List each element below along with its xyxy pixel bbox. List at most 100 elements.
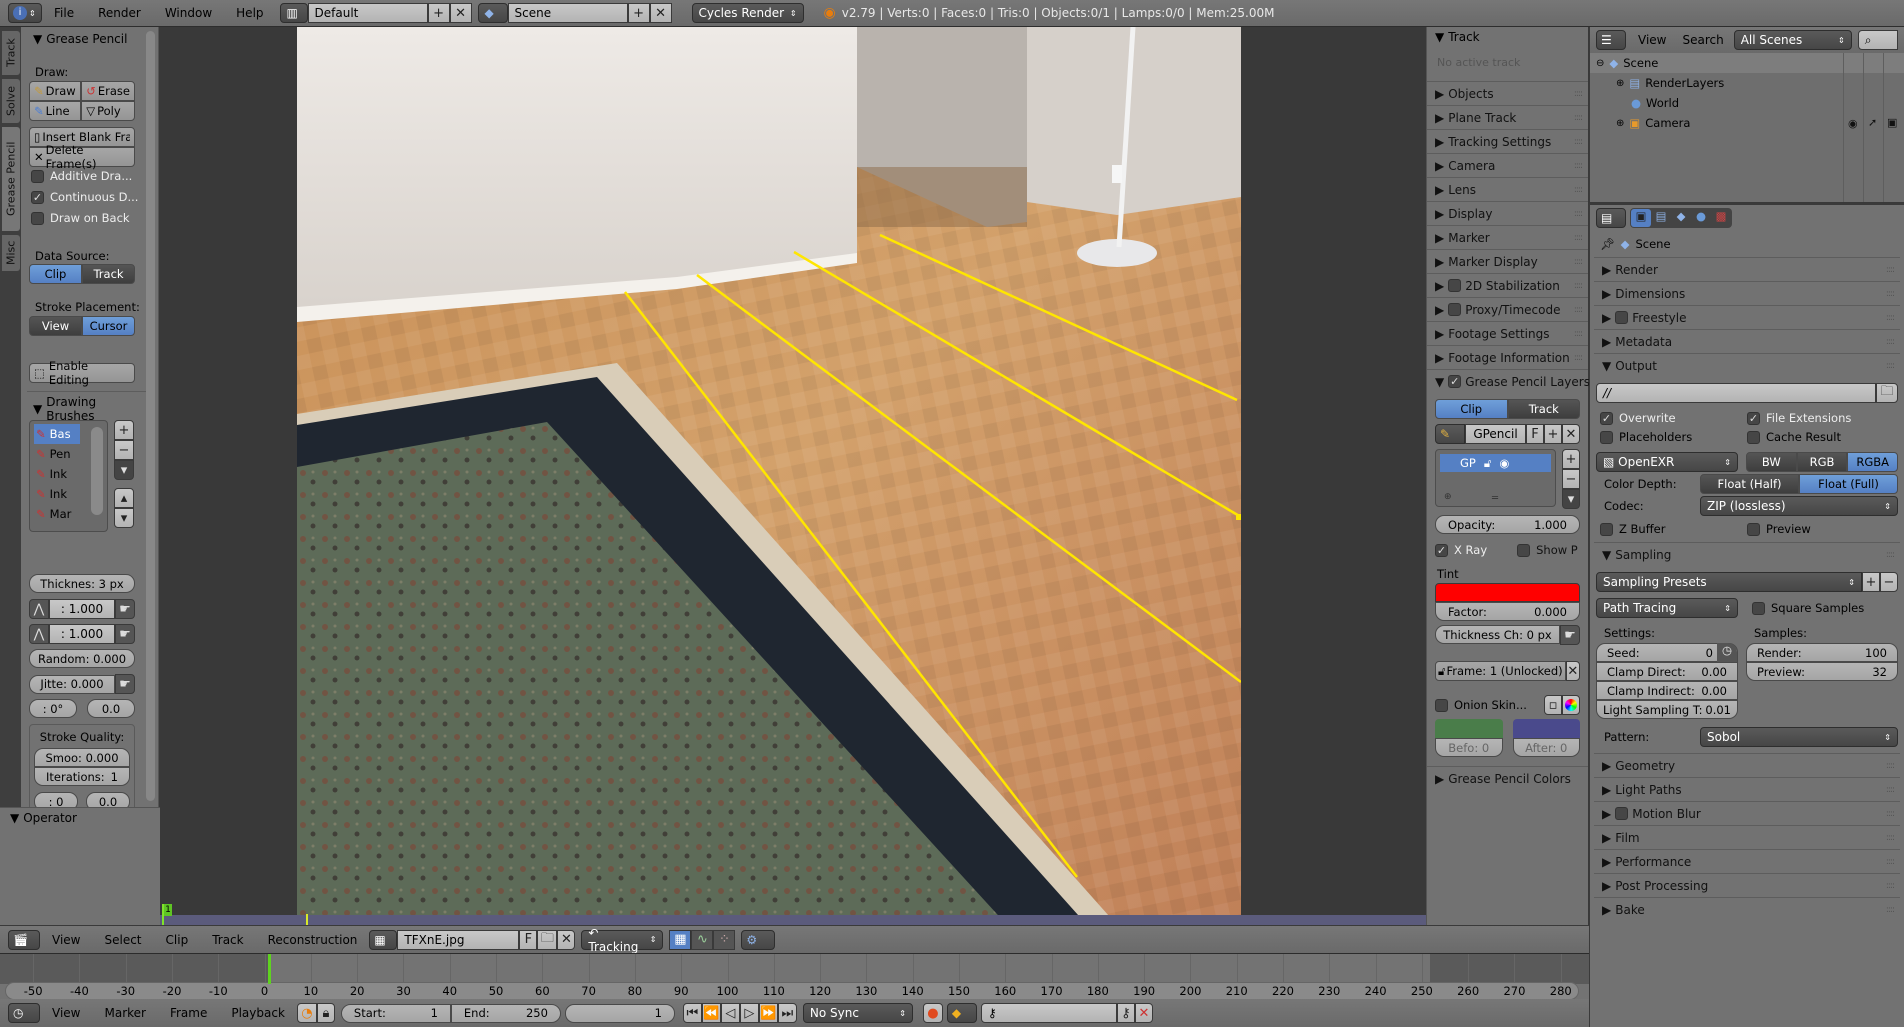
clip-name-field[interactable]: TFXnE.jpg — [397, 929, 520, 950]
npanel-section-plane-track[interactable]: ▶ Plane Track:::: — [1427, 105, 1588, 129]
npanel-section-marker[interactable]: ▶ Marker:::: — [1427, 225, 1588, 249]
timeline-scrollbar[interactable] — [5, 982, 1579, 1000]
placeholders-checkbox[interactable]: Placeholders — [1600, 430, 1747, 444]
preview-range-button[interactable]: ◔ — [296, 1003, 317, 1023]
smooth-field[interactable]: Smoo: 0.000 — [34, 748, 130, 767]
clip-editor-type-button[interactable]: 🎬︎ — [8, 929, 40, 950]
menu-render[interactable]: Render — [86, 6, 153, 20]
clip-view-icon[interactable]: ▦ — [669, 929, 692, 950]
strength-field[interactable]: : 1.000 — [49, 599, 115, 619]
add-layer-button[interactable]: + — [1562, 449, 1580, 469]
move-brush-down-button[interactable]: ▾ — [114, 508, 134, 528]
npanel-section-tracking-settings[interactable]: ▶ Tracking Settings:::: — [1427, 129, 1588, 153]
open-clip-button[interactable]: 🗀 — [537, 929, 558, 950]
graph-view-icon[interactable]: ∿ — [691, 929, 714, 950]
gp-colors-panel-header[interactable]: ▶ Grease Pencil Colors — [1427, 766, 1588, 790]
clamp-direct-field[interactable]: Clamp Direct: 0.00 — [1596, 662, 1738, 681]
gp-fake-user-button[interactable]: F — [1526, 424, 1544, 444]
expand-icon[interactable]: ⊕ — [1616, 118, 1624, 129]
brush-item[interactable]: ✎ Ink — [34, 484, 80, 504]
outliner-item[interactable]: ⊕ ▤ RenderLayers — [1590, 73, 1904, 93]
render-layers-tab-icon[interactable]: ▤ — [1651, 209, 1671, 227]
render-engine-dropdown[interactable]: Cycles Render ⇕ — [691, 3, 804, 23]
timeline-menu-frame[interactable]: Frame — [158, 1006, 219, 1020]
curve-icon[interactable]: ⋀ — [29, 599, 49, 619]
add-scene-button[interactable]: + — [627, 3, 650, 23]
preview-checkbox[interactable]: Preview — [1747, 522, 1894, 536]
play-reverse-icon[interactable]: ◁ — [720, 1003, 740, 1023]
jitter-field[interactable]: Jitte: 0.000 — [29, 674, 115, 694]
brush-item[interactable]: ✎ Ink — [34, 464, 80, 484]
color-mode-rgba[interactable]: RGBA — [1847, 452, 1899, 472]
properties-panel-freestyle[interactable]: ▶ Freestyle:::: — [1594, 305, 1900, 329]
npanel-section-display[interactable]: ▶ Display:::: — [1427, 201, 1588, 225]
filter-icon[interactable]: ⊕ — [1444, 492, 1452, 502]
xray-checkbox[interactable]: ✓ X Ray — [1435, 543, 1487, 557]
auto-keying-button[interactable]: ● — [922, 1003, 943, 1023]
gp-new-button[interactable]: + — [1544, 424, 1562, 444]
properties-panel-motion-blur[interactable]: ▶ Motion Blur:::: — [1594, 801, 1900, 825]
clip-menu-reconstruction[interactable]: Reconstruction — [256, 933, 370, 947]
add-preset-button[interactable]: + — [1862, 572, 1880, 592]
remove-preset-button[interactable]: − — [1880, 572, 1898, 592]
npanel-section-objects[interactable]: ▶ Objects:::: — [1427, 81, 1588, 105]
sampling-presets-dropdown[interactable]: Sampling Presets ⇕ — [1596, 572, 1862, 592]
angle-field[interactable]: : 0° — [29, 699, 77, 718]
gp-source-track-button[interactable]: Track — [1507, 399, 1580, 419]
texture-tab-icon[interactable]: ▩ — [1711, 209, 1731, 227]
additive-drawing-checkbox[interactable]: Additive Dra... — [31, 169, 138, 183]
poly-button[interactable]: ▽ Poly — [81, 101, 135, 121]
scene-tab-icon[interactable]: ◆ — [1671, 209, 1691, 227]
track-panel-header[interactable]: ▼ Track — [1427, 27, 1588, 47]
onion-skin-checkbox[interactable] — [1435, 698, 1448, 712]
pressure-hand-icon[interactable]: ☛ — [115, 624, 135, 644]
end-frame-field[interactable]: End: 250 — [450, 1003, 561, 1023]
integrator-dropdown[interactable]: Path Tracing ⇕ — [1596, 598, 1738, 618]
render-tab-icon[interactable]: ▣ — [1631, 209, 1651, 227]
pivot-point-dropdown[interactable]: ⚙ — [741, 929, 776, 950]
tab-misc[interactable]: Misc — [2, 235, 20, 271]
onion-after-field[interactable]: After: 0 — [1512, 738, 1580, 757]
codec-dropdown[interactable]: ZIP (lossless) ⇕ — [1700, 496, 1898, 516]
cursor-select-icon[interactable]: ➚ — [1868, 116, 1877, 129]
grease-pencil-panel-header[interactable]: ▼ Grease Pencil — [27, 29, 133, 49]
pin-icon[interactable]: 📌︎ — [1600, 237, 1615, 251]
outliner-search-field[interactable]: ⌕ — [1857, 30, 1898, 50]
gp-layers-panel-header[interactable]: ▼ ✓ Grease Pencil Layers — [1427, 369, 1590, 393]
add-brush-button[interactable]: + — [114, 420, 134, 440]
remove-brush-button[interactable]: − — [114, 440, 134, 460]
tint-color-swatch[interactable] — [1435, 583, 1580, 602]
square-samples-checkbox[interactable]: Square Samples — [1752, 601, 1864, 615]
stroke-placement-cursor-button[interactable]: Cursor — [82, 316, 135, 336]
timeline-menu-playback[interactable]: Playback — [219, 1006, 297, 1020]
current-frame-field[interactable]: 1 — [564, 1003, 675, 1023]
properties-panel-light-paths[interactable]: ▶ Light Paths:::: — [1594, 777, 1900, 801]
remove-layer-button[interactable]: − — [1562, 469, 1580, 489]
render-samples-field[interactable]: Render: 100 — [1746, 643, 1898, 662]
angle-factor-field[interactable]: 0.0 — [87, 699, 135, 718]
npanel-section-proxy-timecode[interactable]: ▶ Proxy/Timecode:::: — [1427, 297, 1588, 321]
timeline-menu-view[interactable]: View — [40, 1006, 92, 1020]
properties-panel-performance[interactable]: ▶ Performance:::: — [1594, 849, 1900, 873]
brush-item[interactable]: ✎ Pen — [34, 444, 80, 464]
npanel-section-camera[interactable]: ▶ Camera:::: — [1427, 153, 1588, 177]
frame-lock-button[interactable]: 🔓︎ Frame: 1 (Unlocked) — [1435, 661, 1566, 681]
tab-solve[interactable]: Solve — [2, 79, 20, 123]
clip-mode-dropdown[interactable]: ↶ Tracking ⇕ — [581, 926, 664, 954]
playhead[interactable] — [268, 954, 272, 984]
grease-pencil-strokes[interactable] — [297, 27, 1241, 925]
menu-file[interactable]: File — [42, 6, 86, 20]
iterations-field[interactable]: Iterations: 1 — [34, 767, 130, 786]
clip-browse-button[interactable]: ▦ — [369, 929, 398, 950]
clip-fake-user-button[interactable]: F — [519, 929, 538, 950]
play-icon[interactable]: ▷ — [739, 1003, 759, 1023]
move-brush-up-button[interactable]: ▴ — [114, 488, 134, 508]
outliner-item[interactable]: ● World — [1590, 93, 1904, 113]
jump-keyframe-forward-icon[interactable]: ⏩ — [758, 1003, 778, 1023]
checkbox-icon[interactable] — [1448, 279, 1462, 292]
file-extensions-checkbox[interactable]: ✓ File Extensions — [1747, 411, 1894, 425]
properties-panel-film[interactable]: ▶ Film:::: — [1594, 825, 1900, 849]
onion-before-field[interactable]: Befo: 0 — [1435, 738, 1503, 757]
onion-before-color[interactable] — [1435, 719, 1503, 738]
dopesheet-view-icon[interactable]: ⁘ — [713, 929, 736, 950]
